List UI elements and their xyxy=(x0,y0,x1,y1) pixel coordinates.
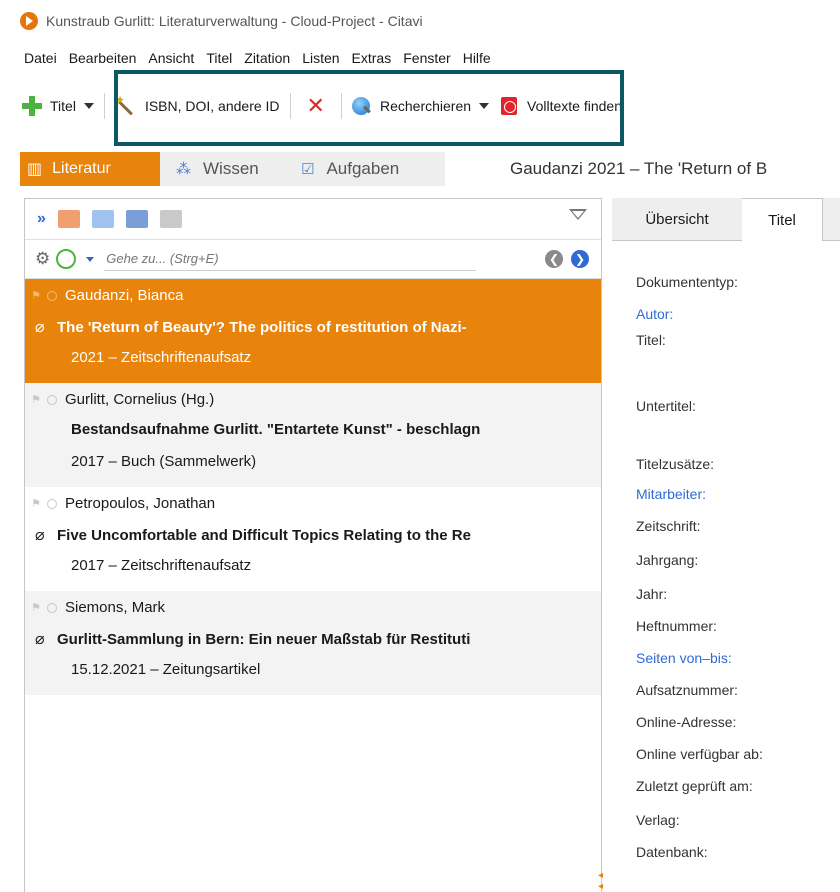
flag-icon[interactable]: ⚑ xyxy=(31,393,43,407)
books-icon: ▥ xyxy=(27,161,43,178)
highlight-annotation-box xyxy=(114,70,624,146)
tab-aufgaben-label: Aufgaben xyxy=(326,159,400,178)
reference-list-item[interactable]: ⚑ Siemons, Mark ⌀ Gurlitt-Sammlung in Be… xyxy=(25,591,601,695)
main-tab-bar: ▥ Literatur ⁂ Wissen ☑ Aufgaben Gaudanzi… xyxy=(0,148,840,188)
field-heftnummer-label: Heftnummer: xyxy=(636,618,717,634)
citavi-logo-icon xyxy=(20,12,38,30)
back-arrow-icon[interactable]: ❮ xyxy=(545,250,563,268)
history-icon[interactable] xyxy=(56,249,77,269)
reference-title: Bestandsaufnahme Gurlitt. "Entartete Kun… xyxy=(71,421,481,438)
export-icon[interactable] xyxy=(159,210,182,228)
copy-reference-icon[interactable] xyxy=(91,210,114,228)
reference-meta: 15.12.2021 – Zeitungsartikel xyxy=(71,661,261,678)
field-datenbank-label: Datenbank: xyxy=(636,844,708,860)
reference-author: Gurlitt, Cornelius (Hg.) xyxy=(65,391,215,408)
field-seiten-link[interactable]: Seiten von–bis: xyxy=(636,650,732,666)
field-mitarbeiter-link[interactable]: Mitarbeiter: xyxy=(636,486,706,502)
tab-literatur-label: Literatur xyxy=(52,160,111,177)
plus-icon xyxy=(22,96,42,116)
reference-meta: 2017 – Zeitschriftenaufsatz xyxy=(71,557,252,574)
flag-icon[interactable]: ⚑ xyxy=(31,601,43,615)
field-titel-label: Titel: xyxy=(636,332,666,348)
tab-aufgaben[interactable]: ☑ Aufgaben xyxy=(285,152,445,186)
reference-meta: 2017 – Buch (Sammelwerk) xyxy=(71,453,257,470)
reference-author: Petropoulos, Jonathan xyxy=(65,495,216,512)
chevron-down-icon[interactable] xyxy=(83,103,94,109)
tag-icon[interactable] xyxy=(57,210,80,228)
status-circle-icon xyxy=(47,602,57,613)
field-jahrgang-label: Jahrgang: xyxy=(636,552,699,568)
detail-tab-bar: Übersicht Titel xyxy=(612,198,840,241)
tab-wissen-label: Wissen xyxy=(203,159,259,178)
title-bar: Kunstraub Gurlitt: Literaturverwaltung -… xyxy=(0,0,840,42)
tab-wissen[interactable]: ⁂ Wissen xyxy=(160,152,285,186)
current-reference-title: Gaudanzi 2021 – The 'Return of B xyxy=(510,159,768,178)
filter-icon[interactable] xyxy=(569,209,587,220)
reference-list-panel: » ⚙ ❮ ❯ ⚑ Gaudanzi, Bianca ⌀ The 'Return… xyxy=(24,198,602,892)
field-jahr-label: Jahr: xyxy=(636,586,668,602)
reference-meta: 2021 – Zeitschriftenaufsatz xyxy=(71,349,252,366)
field-zeitschrift-label: Zeitschrift: xyxy=(636,518,701,534)
window-title: Kunstraub Gurlitt: Literaturverwaltung -… xyxy=(46,13,423,29)
reference-author: Gaudanzi, Bianca xyxy=(65,287,184,304)
expand-icon[interactable]: » xyxy=(37,210,46,228)
tasks-icon: ☑ xyxy=(301,161,315,178)
toolbar-separator xyxy=(103,93,105,119)
field-titelzusaetze-label: Titelzusätze: xyxy=(636,456,715,472)
knowledge-icon: ⁂ xyxy=(176,161,191,178)
field-aufsatznummer-label: Aufsatznummer: xyxy=(636,682,738,698)
reference-list-item[interactable]: ⚑ Gurlitt, Cornelius (Hg.) Bestandsaufna… xyxy=(25,383,601,487)
field-untertitel-label: Untertitel: xyxy=(636,398,696,414)
add-title-button[interactable]: Titel xyxy=(0,90,100,122)
reference-title: Five Uncomfortable and Difficult Topics … xyxy=(57,526,471,544)
attachment-icon: ⌀ xyxy=(35,631,45,648)
field-verlag-label: Verlag: xyxy=(636,812,680,828)
field-online-verfuegbar-label: Online verfügbar ab: xyxy=(636,746,763,762)
field-online-adresse-label: Online-Adresse: xyxy=(636,714,737,730)
reference-author: Siemons, Mark xyxy=(65,599,166,616)
flag-icon[interactable]: ⚑ xyxy=(31,289,43,303)
search-row: ⚙ ❮ ❯ xyxy=(25,240,601,279)
tab-next[interactable] xyxy=(823,198,840,240)
attachment-icon: ⌀ xyxy=(35,319,45,336)
reference-list-item[interactable]: ⚑ Petropoulos, Jonathan ⌀ Five Uncomfort… xyxy=(25,487,601,591)
field-dokumententyp-label: Dokumententyp: xyxy=(636,274,738,290)
reference-title: The 'Return of Beauty'? The politics of … xyxy=(57,318,467,336)
add-title-label: Titel xyxy=(50,98,76,114)
field-zuletzt-geprueft-label: Zuletzt geprüft am: xyxy=(636,778,753,794)
chevron-down-icon[interactable] xyxy=(86,256,95,262)
gear-icon[interactable]: ⚙ xyxy=(35,249,50,269)
field-autor-link[interactable]: Autor: xyxy=(636,306,673,322)
tab-uebersicht[interactable]: Übersicht xyxy=(612,198,743,240)
status-circle-icon xyxy=(47,394,57,405)
goto-search-input[interactable] xyxy=(104,247,477,271)
status-circle-icon xyxy=(47,290,57,301)
forward-arrow-icon[interactable]: ❯ xyxy=(571,250,589,268)
attachment-icon: ⌀ xyxy=(35,527,45,544)
panel-splitter-handle[interactable]: ◂ ◂ xyxy=(598,870,610,892)
reference-title: Gurlitt-Sammlung in Bern: Ein neuer Maßs… xyxy=(57,630,471,648)
reference-detail-panel: Übersicht Titel Dokumententyp: Autor: Ti… xyxy=(612,198,840,891)
menu-datei[interactable]: Datei xyxy=(24,50,57,74)
reference-list-item[interactable]: ⚑ Gaudanzi, Bianca ⌀ The 'Return of Beau… xyxy=(25,279,601,383)
tab-literatur[interactable]: ▥ Literatur xyxy=(20,152,160,186)
group-icon[interactable] xyxy=(125,210,148,228)
status-circle-icon xyxy=(47,498,57,509)
flag-icon[interactable]: ⚑ xyxy=(31,497,43,511)
reference-list-toolbar: » xyxy=(25,199,601,240)
tab-titel[interactable]: Titel xyxy=(742,198,823,241)
